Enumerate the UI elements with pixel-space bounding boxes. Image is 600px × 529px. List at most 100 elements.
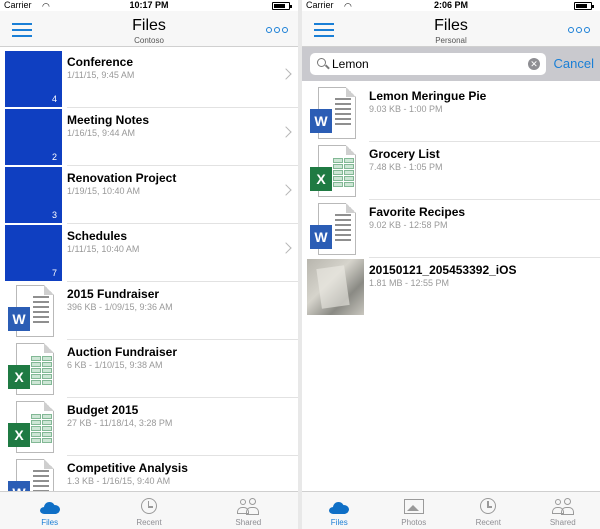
page-subtitle: Personal [435, 36, 467, 45]
item-meta: 9.02 KB - 12:58 PM [369, 220, 448, 230]
list-item[interactable]: X Grocery List 7.48 KB - 1:05 PM [302, 142, 600, 200]
item-title: Grocery List [369, 147, 440, 161]
chevron-right-icon [280, 68, 292, 80]
excel-document-icon: X [8, 343, 58, 395]
item-title: Schedules [67, 229, 128, 243]
item-title: Auction Fundraiser [67, 345, 178, 359]
tab-shared[interactable]: Shared [199, 492, 298, 529]
cancel-button[interactable]: Cancel [554, 56, 594, 71]
tab-label: Recent [136, 518, 162, 527]
tab-label: Recent [475, 518, 501, 527]
list-item[interactable]: 2 Meeting Notes 1/16/15, 9:44 AM [0, 108, 298, 166]
item-meta: 9.03 KB - 1:00 PM [369, 104, 443, 114]
item-title: Renovation Project [67, 171, 177, 185]
search-results: W Lemon Meringue Pie 9.03 KB - 1:00 PM X… [302, 84, 600, 316]
item-title: Budget 2015 [67, 403, 139, 417]
item-meta: 1/11/15, 10:40 AM [67, 244, 140, 254]
item-meta: 1/11/15, 9:45 AM [67, 70, 135, 80]
list-item[interactable]: X Budget 2015 27 KB - 11/18/14, 3:28 PM [0, 398, 298, 456]
clear-icon[interactable]: ✕ [528, 58, 540, 70]
folder-icon: 4 [5, 51, 62, 107]
file-list: 4 Conference 1/11/15, 9:45 AM 2 Meeting … [0, 50, 298, 514]
item-title: Favorite Recipes [369, 205, 466, 219]
status-bar: Carrier ◠ 10:17 PM [0, 0, 298, 11]
tab-files[interactable]: Files [0, 492, 99, 529]
list-item[interactable]: 4 Conference 1/11/15, 9:45 AM [0, 50, 298, 108]
tab-label: Photos [401, 518, 427, 527]
item-title: Competitive Analysis [67, 461, 188, 475]
folder-count: 4 [52, 94, 58, 104]
excel-document-icon: X [310, 145, 360, 197]
tab-label: Shared [235, 518, 262, 527]
tab-label: Files [41, 518, 59, 527]
list-item[interactable]: W 2015 Fundraiser 396 KB - 1/09/15, 9:36… [0, 282, 298, 340]
search-field[interactable]: ✕ [310, 53, 546, 75]
page-subtitle: Contoso [134, 36, 164, 45]
people-icon [551, 498, 574, 516]
cloud-icon [39, 498, 61, 516]
right-screen: Carrier ◠ 2:06 PM Files Personal ✕ Cance… [302, 0, 600, 529]
left-screen: Carrier ◠ 10:17 PM Files Contoso 4 Confe… [0, 0, 298, 529]
chevron-right-icon [280, 184, 292, 196]
item-meta: 1/19/15, 10:40 AM [67, 186, 141, 196]
item-meta: 396 KB - 1/09/15, 9:36 AM [67, 302, 173, 312]
folder-icon: 2 [5, 109, 62, 165]
word-document-icon: W [310, 203, 360, 255]
battery-icon [574, 2, 594, 10]
list-item[interactable]: 20150121_205453392_iOS 1.81 MB - 12:55 P… [302, 258, 600, 316]
item-meta: 1/16/15, 9:44 AM [67, 128, 136, 138]
item-title: Lemon Meringue Pie [369, 89, 487, 103]
list-item[interactable]: X Auction Fundraiser 6 KB - 1/10/15, 9:3… [0, 340, 298, 398]
clock-icon [477, 498, 499, 516]
list-item[interactable]: W Lemon Meringue Pie 9.03 KB - 1:00 PM [302, 84, 600, 142]
word-document-icon: W [310, 87, 360, 139]
status-bar: Carrier ◠ 2:06 PM [302, 0, 600, 11]
tab-shared[interactable]: Shared [526, 492, 600, 529]
tab-label: Files [330, 518, 348, 527]
tab-recent[interactable]: Recent [451, 492, 526, 529]
folder-icon: 7 [5, 225, 62, 281]
status-time: 2:06 PM [433, 0, 468, 10]
tab-files[interactable]: Files [302, 492, 377, 529]
cloud-icon [328, 498, 350, 516]
folder-icon: 3 [5, 167, 62, 223]
more-icon[interactable] [568, 27, 590, 34]
item-meta: 27 KB - 11/18/14, 3:28 PM [67, 418, 173, 428]
more-icon[interactable] [266, 27, 288, 34]
search-input[interactable] [332, 56, 522, 72]
nav-bar: Files Personal [302, 11, 600, 47]
chevron-right-icon [280, 126, 292, 138]
item-meta: 6 KB - 1/10/15, 9:38 AM [67, 360, 163, 370]
item-title: 20150121_205453392_iOS [369, 263, 517, 277]
item-title: 2015 Fundraiser [67, 287, 160, 301]
item-meta: 7.48 KB - 1:05 PM [369, 162, 443, 172]
list-item[interactable]: 7 Schedules 1/11/15, 10:40 AM [0, 224, 298, 282]
battery-icon [272, 2, 292, 10]
page-title: Files [132, 17, 166, 34]
list-item[interactable]: 3 Renovation Project 1/19/15, 10:40 AM [0, 166, 298, 224]
nav-bar: Files Contoso [0, 11, 298, 47]
tab-label: Shared [549, 518, 576, 527]
tab-bar: Files Photos Recent Shared [302, 491, 600, 529]
excel-document-icon: X [8, 401, 58, 453]
search-icon [317, 58, 326, 67]
folder-count: 7 [52, 268, 58, 278]
word-document-icon: W [8, 285, 58, 337]
people-icon [237, 498, 260, 516]
status-time: 10:17 PM [129, 0, 169, 10]
photo-icon [403, 498, 425, 516]
folder-count: 2 [52, 152, 58, 162]
item-title: Meeting Notes [67, 113, 150, 127]
tab-recent[interactable]: Recent [99, 492, 198, 529]
page-title: Files [434, 17, 468, 34]
search-bar: ✕ Cancel [302, 47, 600, 81]
tab-bar: Files Recent Shared [0, 491, 298, 529]
list-item[interactable]: W Favorite Recipes 9.02 KB - 12:58 PM [302, 200, 600, 258]
item-meta: 1.3 KB - 1/16/15, 9:40 AM [67, 476, 171, 486]
item-title: Conference [67, 55, 134, 69]
tab-photos[interactable]: Photos [377, 492, 452, 529]
folder-count: 3 [52, 210, 58, 220]
photo-thumbnail [307, 259, 364, 315]
chevron-right-icon [280, 242, 292, 254]
clock-icon [138, 498, 160, 516]
